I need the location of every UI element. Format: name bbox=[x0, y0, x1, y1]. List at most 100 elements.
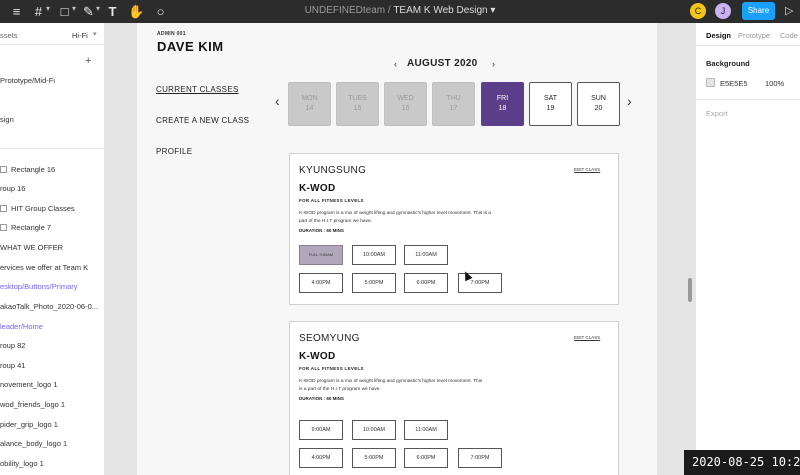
layer-item[interactable]: roup 82 bbox=[0, 341, 25, 350]
class-description: K-WOD program is a mix of weight lifting… bbox=[299, 378, 539, 394]
layer-item[interactable]: esktop/Buttons/Primary bbox=[0, 282, 78, 291]
day-number: 15 bbox=[353, 105, 362, 112]
breadcrumb-separator: / bbox=[387, 5, 391, 16]
layer-item[interactable]: Rectangle 7 bbox=[0, 223, 51, 232]
layer-item[interactable]: akaoTalk_Photo_2020-06-0... bbox=[0, 302, 98, 311]
time-slot[interactable]: 11:00AM bbox=[404, 245, 448, 265]
time-slot[interactable]: 11:00AM bbox=[404, 420, 448, 440]
day-sat[interactable]: SAT 19 bbox=[529, 82, 572, 126]
add-page-icon[interactable]: + bbox=[85, 55, 91, 67]
page-item[interactable]: Prototype/Mid-Fi bbox=[0, 76, 55, 85]
layer-item[interactable]: obility_logo 1 bbox=[0, 459, 44, 468]
assets-tab[interactable]: ssets bbox=[0, 31, 18, 40]
divider bbox=[0, 148, 104, 149]
time-slot[interactable]: 10:00AM bbox=[352, 245, 396, 265]
tab-code[interactable]: Code bbox=[780, 31, 798, 40]
timestamp-overlay: 2020-08-25 10:2 bbox=[684, 450, 800, 475]
tab-design[interactable]: Design bbox=[706, 31, 731, 40]
text-layer-icon bbox=[0, 205, 7, 212]
tab-prototype[interactable]: Prototype bbox=[738, 31, 770, 40]
admin-name: DAVE KIM bbox=[157, 39, 224, 54]
divider bbox=[696, 45, 800, 46]
layer-item[interactable]: leader/Home bbox=[0, 322, 43, 331]
background-swatch[interactable] bbox=[706, 78, 715, 87]
layer-label: Rectangle 7 bbox=[11, 223, 52, 232]
day-fri[interactable]: FRI 18 bbox=[481, 82, 524, 126]
class-card[interactable]: SEOMYUNG EDIT CLASS K-WOD FOR ALL FITNES… bbox=[289, 321, 619, 475]
play-icon[interactable]: ▷ bbox=[785, 4, 793, 17]
design-canvas[interactable]: ADMIN 001 DAVE KIM CURRENT CLASSES CREAT… bbox=[105, 23, 695, 475]
prev-month-icon[interactable]: ‹ bbox=[394, 59, 397, 69]
class-subtitle: FOR ALL FITNESS LEVELS bbox=[299, 198, 364, 203]
time-slot[interactable]: 5:00PM bbox=[352, 273, 396, 293]
next-month-icon[interactable]: › bbox=[492, 59, 495, 69]
edit-class-link[interactable]: EDIT CLASS bbox=[574, 335, 600, 340]
time-slot[interactable]: 6:00PM bbox=[404, 448, 448, 468]
time-slot[interactable]: 7:00PM bbox=[458, 448, 502, 468]
class-description: K-WOD program is a mix of weight lifting… bbox=[299, 210, 539, 226]
background-opacity[interactable]: 100% bbox=[765, 79, 784, 88]
day-number: 17 bbox=[449, 105, 458, 112]
class-location: SEOMYUNG bbox=[299, 333, 360, 344]
share-button[interactable]: Share bbox=[742, 2, 775, 20]
layer-item[interactable]: wod_friends_logo 1 bbox=[0, 400, 65, 409]
class-duration: DURATION : 60 MINS bbox=[299, 396, 344, 401]
next-week-icon[interactable]: › bbox=[627, 93, 632, 109]
day-number: 14 bbox=[305, 105, 314, 112]
class-title: K-WOD bbox=[299, 351, 336, 362]
day-name: WED bbox=[397, 95, 414, 102]
layer-item[interactable]: WHAT WE OFFER bbox=[0, 243, 63, 252]
time-slot[interactable]: 6:00PM bbox=[404, 273, 448, 293]
design-frame[interactable]: ADMIN 001 DAVE KIM CURRENT CLASSES CREAT… bbox=[137, 23, 657, 475]
nav-create-class[interactable]: CREATE A NEW CLASS bbox=[156, 116, 249, 125]
background-hex[interactable]: E5E5E5 bbox=[720, 79, 748, 88]
edit-class-link[interactable]: EDIT CLASS bbox=[574, 167, 600, 172]
page-item[interactable]: sign bbox=[0, 115, 14, 124]
time-slot-full[interactable]: FULL 9:00AM bbox=[299, 245, 343, 265]
class-location: KYUNGSUNG bbox=[299, 165, 367, 176]
day-mon[interactable]: MON 14 bbox=[288, 82, 331, 126]
time-slot[interactable]: 4:00PM bbox=[299, 448, 343, 468]
day-thu[interactable]: THU 17 bbox=[432, 82, 475, 126]
avatar[interactable]: J bbox=[715, 3, 731, 19]
layer-item[interactable]: alance_body_logo 1 bbox=[0, 439, 67, 448]
nav-current-classes[interactable]: CURRENT CLASSES bbox=[156, 85, 239, 94]
day-wed[interactable]: WED 16 bbox=[384, 82, 427, 126]
layer-item[interactable]: ervices we offer at Team K bbox=[0, 263, 88, 272]
time-slot[interactable]: 5:00PM bbox=[352, 448, 396, 468]
class-duration: DURATION : 60 MINS bbox=[299, 228, 344, 233]
layer-item[interactable]: roup 16 bbox=[0, 184, 25, 193]
time-slot[interactable]: 4:00PM bbox=[299, 273, 343, 293]
day-name: THU bbox=[446, 95, 461, 102]
background-label: Background bbox=[706, 59, 750, 68]
class-card[interactable]: KYUNGSUNG EDIT CLASS K-WOD FOR ALL FITNE… bbox=[289, 153, 619, 305]
day-sun[interactable]: SUN 20 bbox=[577, 82, 620, 126]
chevron-down-icon[interactable]: ▾ bbox=[490, 5, 495, 16]
file-breadcrumb[interactable]: UNDEFINEDteam / TEAM K Web Design ▾ bbox=[0, 5, 800, 16]
canvas-scrollbar[interactable] bbox=[688, 278, 692, 302]
layer-item[interactable]: pider_grip_logo 1 bbox=[0, 420, 58, 429]
layer-item[interactable]: novement_logo 1 bbox=[0, 380, 58, 389]
avatar[interactable]: C bbox=[690, 3, 706, 19]
layer-item[interactable]: Rectangle 16 bbox=[0, 165, 55, 174]
layers-panel: ssets Hi-Fi ▾ + Prototype/Mid-Fi sign Re… bbox=[0, 23, 105, 475]
file-title[interactable]: TEAM K Web Design bbox=[393, 5, 487, 16]
day-name: TUES bbox=[348, 95, 367, 102]
day-number: 19 bbox=[546, 105, 555, 112]
day-name: FRI bbox=[496, 95, 509, 102]
nav-profile[interactable]: PROFILE bbox=[156, 147, 192, 156]
page-selector[interactable]: Hi-Fi bbox=[72, 31, 88, 40]
layer-item[interactable]: HIT Group Classes bbox=[0, 204, 75, 213]
day-tue[interactable]: TUES 15 bbox=[336, 82, 379, 126]
rectangle-icon bbox=[0, 166, 7, 173]
divider bbox=[696, 99, 800, 100]
export-label[interactable]: Export bbox=[706, 109, 728, 118]
day-number: 18 bbox=[498, 105, 507, 112]
chevron-down-icon[interactable]: ▾ bbox=[93, 30, 97, 38]
prev-week-icon[interactable]: ‹ bbox=[275, 93, 280, 109]
time-slot[interactable]: 10:00AM bbox=[352, 420, 396, 440]
layer-item[interactable]: roup 41 bbox=[0, 361, 25, 370]
team-name[interactable]: UNDEFINEDteam bbox=[305, 5, 386, 16]
class-title: K-WOD bbox=[299, 183, 336, 194]
time-slot[interactable]: 9:00AM bbox=[299, 420, 343, 440]
